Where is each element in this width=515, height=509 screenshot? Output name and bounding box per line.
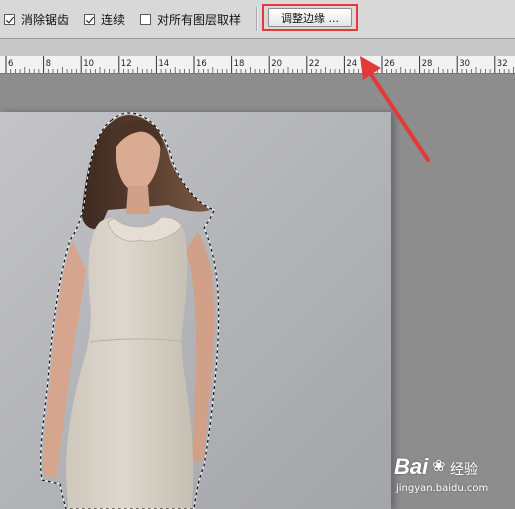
watermark-sub: 经验 <box>450 462 478 478</box>
watermark-logo: Bai <box>394 454 429 479</box>
baidu-watermark: Bai ❀ 经验 jingyan.baidu.com <box>392 452 510 502</box>
annotation-arrow <box>360 56 430 162</box>
paw-icon: ❀ <box>432 456 446 475</box>
watermark-url: jingyan.baidu.com <box>396 483 489 494</box>
